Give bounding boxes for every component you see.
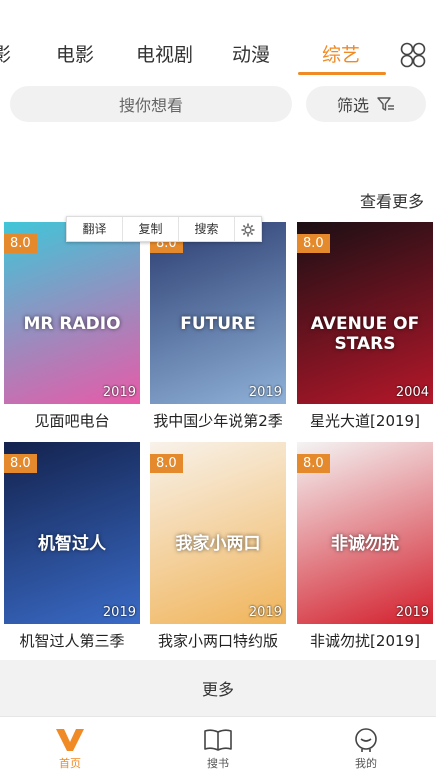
gear-icon xyxy=(241,223,255,236)
show-title[interactable]: 星光大道[2019] xyxy=(297,410,433,431)
category-tab-bar: 影 电影 电视剧 动漫 综艺 xyxy=(0,0,436,82)
popup-copy-button[interactable]: 复制 xyxy=(123,217,179,241)
nav-profile-label: 我的 xyxy=(355,757,377,770)
poster-artwork-text: MR RADIO xyxy=(23,314,121,334)
show-card[interactable]: MR RADIO 8.0 2019 见面吧电台 xyxy=(4,222,140,431)
popup-translate-button[interactable]: 翻译 xyxy=(67,217,123,241)
release-year: 2019 xyxy=(395,605,429,620)
load-more-label: 更多 xyxy=(201,680,234,699)
show-card[interactable]: AVENUE OF STARS 8.0 2004 星光大道[2019] xyxy=(297,222,433,431)
active-tab-indicator xyxy=(298,72,386,75)
filter-label: 筛选 xyxy=(336,96,369,115)
show-poster[interactable]: 我家小两口 8.0 2019 xyxy=(150,442,286,624)
show-title[interactable]: 机智过人第三季 xyxy=(4,630,140,651)
release-year: 2019 xyxy=(248,605,282,620)
v-logo-icon xyxy=(56,729,84,751)
show-title[interactable]: 我家小两口特约版 xyxy=(150,630,286,651)
poster-artwork-text: AVENUE OF STARS xyxy=(310,314,420,354)
nav-home[interactable]: 首页 xyxy=(30,725,110,771)
show-card[interactable]: FUTURE 8.0 2019 我中国少年说第2季 xyxy=(150,222,286,431)
profile-icon xyxy=(355,728,377,752)
show-poster[interactable]: 非诚勿扰 8.0 2019 xyxy=(297,442,433,624)
search-placeholder: 搜你想看 xyxy=(118,96,183,115)
show-poster[interactable]: MR RADIO 8.0 2019 xyxy=(4,222,140,404)
release-year: 2004 xyxy=(395,385,429,400)
filter-icon xyxy=(377,97,394,111)
rating-badge: 8.0 xyxy=(4,454,37,473)
nav-books-label: 搜书 xyxy=(207,757,229,770)
popup-settings-button[interactable] xyxy=(235,217,261,241)
show-poster[interactable]: 机智过人 8.0 2019 xyxy=(4,442,140,624)
nav-profile[interactable]: 我的 xyxy=(326,725,406,771)
nav-home-label: 首页 xyxy=(59,757,81,770)
show-poster[interactable]: AVENUE OF STARS 8.0 2004 xyxy=(297,222,433,404)
show-poster[interactable]: FUTURE 8.0 2019 xyxy=(150,222,286,404)
bottom-navigation: 首页 搜书 我的 xyxy=(0,716,436,780)
tab-anime[interactable]: 动漫 xyxy=(232,42,270,68)
poster-artwork-text: 我家小两口 xyxy=(175,534,261,554)
tab-partial[interactable]: 影 xyxy=(0,42,11,68)
text-selection-popup: 翻译 复制 搜索 xyxy=(66,216,262,242)
show-card[interactable]: 机智过人 8.0 2019 机智过人第三季 xyxy=(4,442,140,651)
filter-button[interactable]: 筛选 xyxy=(306,86,426,122)
rating-badge: 8.0 xyxy=(4,234,37,253)
show-card[interactable]: 我家小两口 8.0 2019 我家小两口特约版 xyxy=(150,442,286,651)
release-year: 2019 xyxy=(248,385,282,400)
rating-badge: 8.0 xyxy=(150,454,183,473)
rating-badge: 8.0 xyxy=(297,454,330,473)
show-title[interactable]: 我中国少年说第2季 xyxy=(150,410,286,431)
show-title[interactable]: 非诚勿扰[2019] xyxy=(297,630,433,651)
category-grid-icon[interactable] xyxy=(400,42,426,68)
show-title[interactable]: 见面吧电台 xyxy=(4,410,140,431)
release-year: 2019 xyxy=(102,385,136,400)
tab-tv-series[interactable]: 电视剧 xyxy=(136,42,193,68)
load-more-button[interactable]: 更多 xyxy=(0,660,436,716)
nav-books[interactable]: 搜书 xyxy=(178,725,258,771)
poster-artwork-text: 机智过人 xyxy=(38,534,106,554)
poster-artwork-text: 非诚勿扰 xyxy=(331,534,399,554)
search-input[interactable]: 搜你想看 xyxy=(10,86,292,122)
popup-search-button[interactable]: 搜索 xyxy=(179,217,235,241)
poster-artwork-text: FUTURE xyxy=(180,314,256,334)
show-card[interactable]: 非诚勿扰 8.0 2019 非诚勿扰[2019] xyxy=(297,442,433,651)
view-more-link[interactable]: 查看更多 xyxy=(360,188,424,212)
rating-badge: 8.0 xyxy=(297,234,330,253)
book-icon xyxy=(204,729,232,751)
release-year: 2019 xyxy=(102,605,136,620)
tab-variety[interactable]: 综艺 xyxy=(322,42,360,68)
tab-movies[interactable]: 电影 xyxy=(56,42,94,68)
